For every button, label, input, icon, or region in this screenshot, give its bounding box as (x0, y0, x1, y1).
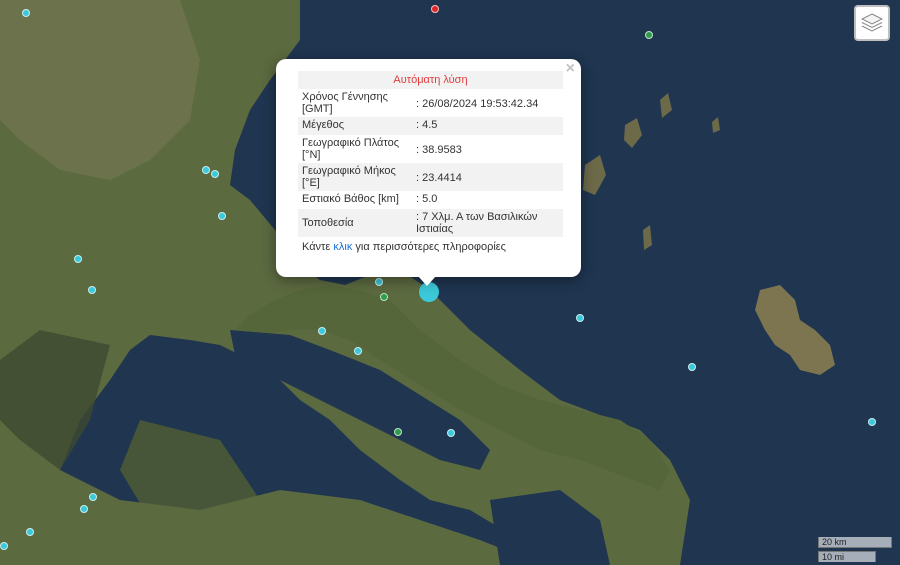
earthquake-marker[interactable] (22, 9, 30, 17)
earthquake-marker[interactable] (868, 418, 876, 426)
info-label: Τοποθεσία (302, 217, 354, 229)
earthquake-marker[interactable] (645, 31, 653, 39)
earthquake-marker[interactable] (375, 278, 383, 286)
earthquake-marker[interactable] (688, 363, 696, 371)
earthquake-marker[interactable] (318, 327, 326, 335)
info-value: : 38.9583 (416, 144, 462, 156)
scale-bar-km: 20 km (818, 537, 892, 548)
info-label: Γεωγραφικό Πλάτος [°N] (302, 137, 400, 161)
info-value: : 7 Χλμ. Α των Βασιλικών Ιστιαίας (416, 211, 538, 235)
info-row-depth: Εστιακό Βάθος [km] : 5.0 (298, 191, 563, 209)
earthquake-marker[interactable] (380, 293, 388, 301)
earthquake-marker[interactable] (74, 255, 82, 263)
layers-button[interactable] (854, 5, 890, 41)
info-value: : 5.0 (416, 193, 438, 205)
earthquake-marker-latest[interactable] (431, 5, 439, 13)
info-value: : 23.4414 (416, 172, 462, 184)
earthquake-marker[interactable] (354, 347, 362, 355)
layers-icon (860, 13, 884, 32)
scale-bar-mi: 10 mi (818, 551, 876, 562)
info-row-longitude: Γεωγραφικό Μήκος [°E] : 23.4414 (298, 163, 563, 191)
info-value: : 26/08/2024 19:53:42.34 (416, 98, 539, 110)
earthquake-marker[interactable] (447, 429, 455, 437)
info-row-magnitude: Μέγεθος : 4.5 (298, 117, 563, 135)
more-info-link[interactable]: κλικ (333, 241, 352, 253)
earthquake-marker[interactable] (89, 493, 97, 501)
info-row-origin-time: Χρόνος Γέννησης [GMT] : 26/08/2024 19:53… (298, 89, 563, 117)
earthquake-marker[interactable] (211, 170, 219, 178)
earthquake-marker[interactable] (0, 542, 8, 550)
more-info-suffix: για περισσότερες πληροφορίες (352, 241, 506, 253)
close-icon[interactable]: × (566, 61, 575, 77)
more-info: Κάντε κλικ για περισσότερες πληροφορίες (298, 237, 563, 257)
map-view[interactable]: × Αυτόματη λύση Χρόνος Γέννησης [GMT] : … (0, 0, 900, 565)
earthquake-marker[interactable] (218, 212, 226, 220)
info-row-latitude: Γεωγραφικό Πλάτος [°N] : 38.9583 (298, 135, 563, 163)
earthquake-marker[interactable] (394, 428, 402, 436)
earthquake-marker[interactable] (202, 166, 210, 174)
more-info-prefix: Κάντε (302, 241, 334, 253)
earthquake-marker[interactable] (576, 314, 584, 322)
earthquake-marker[interactable] (88, 286, 96, 294)
info-value: : 4.5 (416, 119, 438, 131)
info-label: Εστιακό Βάθος [km] (302, 193, 399, 205)
info-row-location: Τοποθεσία : 7 Χλμ. Α των Βασιλικών Ιστια… (298, 209, 563, 237)
info-label: Χρόνος Γέννησης [GMT] (302, 91, 388, 115)
popup-title: Αυτόματη λύση (298, 71, 563, 89)
earthquake-marker[interactable] (26, 528, 34, 536)
popup-tip (418, 276, 436, 286)
earthquake-info-popup: × Αυτόματη λύση Χρόνος Γέννησης [GMT] : … (276, 59, 581, 277)
info-label: Γεωγραφικό Μήκος [°E] (302, 165, 396, 189)
earthquake-marker[interactable] (80, 505, 88, 513)
info-label: Μέγεθος (302, 119, 345, 131)
